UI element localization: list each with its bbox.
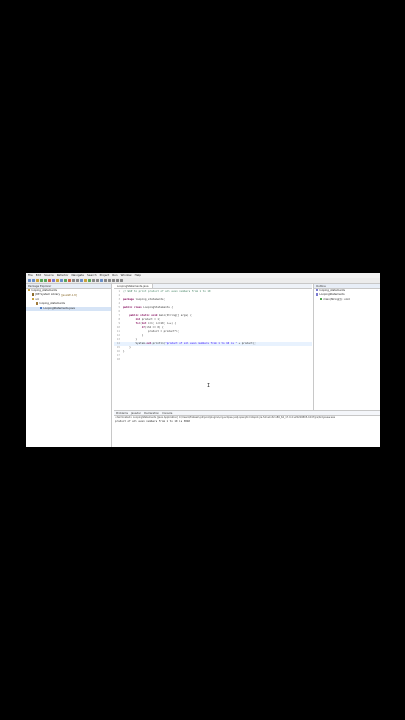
code-text: public class LoopingStatements { (123, 306, 173, 309)
tab-javadoc[interactable]: Javadoc (131, 412, 141, 415)
tree-item-label: JRE System Library (35, 293, 60, 297)
tab-problems[interactable]: Problems (116, 412, 128, 415)
toolbar-icon[interactable] (76, 279, 79, 282)
toolbar-icon[interactable] (80, 279, 83, 282)
toolbar-icon[interactable] (64, 279, 67, 282)
toolbar-icon[interactable] (44, 279, 47, 282)
code-text: } (123, 350, 125, 353)
tab-console[interactable]: Console (162, 412, 172, 415)
toolbar-icon[interactable] (120, 279, 123, 282)
tree-item-label: LoopingStatements.java (43, 306, 75, 310)
editor-tabs: LoopingStatements.java (114, 284, 312, 289)
toolbar-icon[interactable] (72, 279, 75, 282)
code-line[interactable]: 18 (114, 358, 312, 362)
tree-item-label: looping_statements (31, 289, 57, 293)
toolbar-icon[interactable] (28, 279, 31, 282)
code-text: package looping_statements; (123, 298, 166, 301)
toolbar-icon[interactable] (68, 279, 71, 282)
toolbar-icon[interactable] (60, 279, 63, 282)
tree-item-label: src (35, 298, 40, 302)
code-text: if(i%2 == 0) { (141, 326, 164, 329)
toolbar-icon[interactable] (56, 279, 59, 282)
package-explorer-panel: Package Explorer looping_statements JRE S… (26, 284, 112, 447)
tree-item-suffix: [JavaSE-1.8] (61, 293, 77, 297)
code-text: } (123, 334, 144, 337)
tree-item-label: looping_statements (39, 302, 65, 306)
code-text: int product = 1; (135, 318, 161, 321)
line-number: 18 (116, 358, 120, 361)
console-panel: Problems Javadoc Declaration Console <termi… (114, 410, 380, 447)
toolbar-icon[interactable] (100, 279, 103, 282)
package-tree: looping_statements JRE System Library[Jav… (26, 289, 111, 312)
toolbar-icon[interactable] (108, 279, 111, 282)
tab-declaration[interactable]: Declaration (144, 412, 159, 415)
code-text: } (123, 346, 131, 349)
editor-tab-label: LoopingStatements.java (117, 285, 149, 288)
outline-item-label: main(String[]) : void (323, 298, 350, 302)
outline-item[interactable]: main(String[]) : void (314, 297, 380, 302)
outline-item-label: looping_statements (319, 289, 345, 293)
code-text: } (123, 338, 138, 341)
tree-item[interactable]: LoopingStatements.java (26, 306, 111, 312)
toolbar-icon[interactable] (84, 279, 87, 282)
toolbar-icon[interactable] (96, 279, 99, 282)
outline-tree: looping_statements LoopingStatements main(… (314, 289, 380, 302)
text-cursor-icon: I (207, 383, 211, 389)
outline-item-label: LoopingStatements (319, 293, 345, 297)
editor-tab-loopingstatements[interactable]: LoopingStatements.java (114, 284, 153, 288)
toolbar-icon[interactable] (52, 279, 55, 282)
code-text: // WAP to print product of all even numb… (123, 290, 211, 293)
code-lines[interactable]: 1// WAP to print product of all even num… (114, 290, 312, 362)
toolbar-icon[interactable] (116, 279, 119, 282)
toolbar-icon[interactable] (104, 279, 107, 282)
toolbar-icon[interactable] (40, 279, 43, 282)
code-text: public static void main(String[] args) { (129, 314, 192, 317)
package-explorer-title: Package Explorer (28, 284, 52, 288)
code-text: for(int i=1; i<=10; i++) { (135, 322, 177, 325)
outline-panel: Outline looping_statements LoopingStateme… (313, 284, 380, 410)
code-editor[interactable]: LoopingStatements.java 1// WAP to print … (114, 284, 312, 410)
toolbar-icon[interactable] (112, 279, 115, 282)
toolbar-icon[interactable] (32, 279, 35, 282)
toolbar-icon[interactable] (92, 279, 95, 282)
code-text: System.out.println("product of all even … (123, 342, 256, 345)
eclipse-window: File Edit Source Refactor Navigate Search Proj… (26, 273, 380, 447)
toolbar-icon[interactable] (48, 279, 51, 282)
toolbar-icon[interactable] (36, 279, 39, 282)
code-text: product = product*i; (123, 330, 180, 333)
outline-title: Outline (316, 284, 326, 288)
console-output: product of all even numbers from 1 to 10… (115, 420, 190, 423)
toolbar-icon[interactable] (88, 279, 91, 282)
